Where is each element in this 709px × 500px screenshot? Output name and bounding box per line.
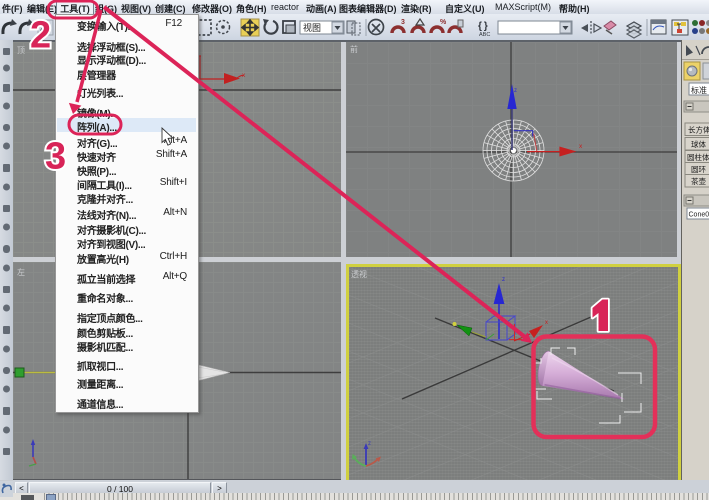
svg-text:x: x xyxy=(579,143,583,150)
svg-text:长方体: 长方体 xyxy=(688,125,709,135)
svg-text:%: % xyxy=(440,19,447,26)
svg-text:3: 3 xyxy=(401,19,405,26)
svg-text:ABC: ABC xyxy=(479,32,490,38)
svg-text:圆柱体: 圆柱体 xyxy=(687,152,709,162)
svg-text:z: z xyxy=(502,277,505,283)
svg-text:球体: 球体 xyxy=(691,139,706,149)
svg-text:视图: 视图 xyxy=(303,22,321,33)
svg-text:圆环: 圆环 xyxy=(691,165,706,174)
svg-text:x: x xyxy=(545,320,548,326)
svg-text:z: z xyxy=(368,441,371,447)
svg-text:z: z xyxy=(514,88,517,94)
svg-text:茶壶: 茶壶 xyxy=(691,176,706,186)
svg-text:标准: 标准 xyxy=(691,85,707,95)
svg-text:x: x xyxy=(242,72,246,79)
svg-text:Cone0: Cone0 xyxy=(689,212,709,219)
svg-text:{ }: { } xyxy=(478,21,488,32)
